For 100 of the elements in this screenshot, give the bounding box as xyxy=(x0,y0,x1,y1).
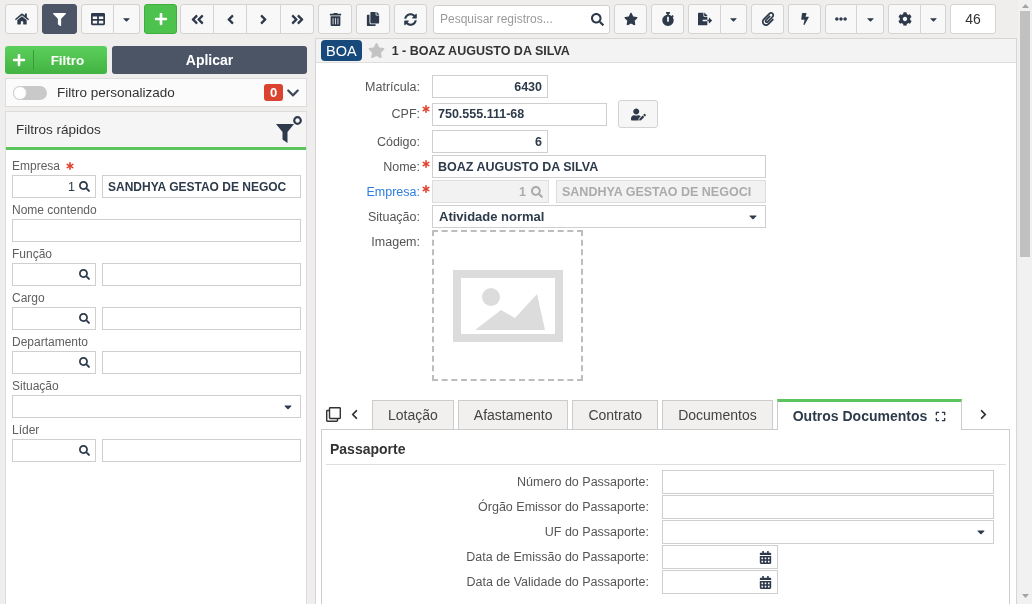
select-field[interactable] xyxy=(662,520,994,544)
settings-icon xyxy=(897,12,912,26)
text-field[interactable] xyxy=(12,219,301,242)
field-label: Matrícula: xyxy=(365,79,420,94)
first-button[interactable] xyxy=(180,4,214,34)
clone-icon[interactable] xyxy=(326,406,341,422)
field-label: Órgão Emissor do Passaporte: xyxy=(478,500,649,514)
plus-icon xyxy=(153,12,168,26)
text-field[interactable]: 750.555.111-68 xyxy=(432,102,607,126)
last-button[interactable] xyxy=(281,4,314,34)
field-label: Nome contendo xyxy=(12,202,97,218)
scrollbar[interactable] xyxy=(1018,0,1032,604)
select-field[interactable] xyxy=(12,395,301,418)
field-label: Imagem: xyxy=(371,234,420,249)
tab[interactable]: Afastamento xyxy=(457,400,569,429)
number-field[interactable]: 6430 xyxy=(432,75,548,98)
search-icon xyxy=(79,313,90,324)
text-field[interactable] xyxy=(662,470,994,494)
favorites-button[interactable] xyxy=(614,4,647,34)
image-placeholder-icon xyxy=(452,269,563,342)
field-label: UF do Passaporte: xyxy=(544,525,649,539)
field-label: Código: xyxy=(376,134,420,149)
description-field[interactable] xyxy=(102,263,301,286)
export-button[interactable] xyxy=(688,4,721,34)
code-field[interactable] xyxy=(12,263,96,286)
field-label: Empresa xyxy=(12,158,61,174)
left-chevron-icon[interactable] xyxy=(349,408,360,420)
copy-button[interactable] xyxy=(356,4,390,34)
record-count: 46 xyxy=(950,4,996,34)
count-badge: 0 xyxy=(264,84,283,101)
grid-view-button[interactable] xyxy=(81,4,114,34)
code-field[interactable] xyxy=(12,351,96,374)
tab[interactable]: Contrato xyxy=(572,400,659,429)
copy-icon xyxy=(366,12,380,26)
filter-button[interactable] xyxy=(42,4,77,34)
tab[interactable]: Documentos xyxy=(662,400,773,429)
tab[interactable]: Outros Documentos xyxy=(776,399,963,430)
field-label: Cargo xyxy=(12,290,45,306)
search-icon xyxy=(79,445,90,456)
delete-button[interactable] xyxy=(318,4,352,34)
field-label: Líder xyxy=(12,422,40,438)
select-field[interactable]: Atividade normal xyxy=(432,205,766,228)
apply-button[interactable]: Aplicar xyxy=(112,46,307,74)
actions-button[interactable] xyxy=(788,4,821,34)
next-button[interactable] xyxy=(247,4,281,34)
paperclip-icon xyxy=(760,12,775,26)
description-field[interactable]: SANDHYA GESTAO DE NEGOC xyxy=(102,175,301,198)
scrollbar-thumb[interactable] xyxy=(1020,11,1030,257)
stopwatch-icon xyxy=(660,12,675,26)
star-icon[interactable] xyxy=(367,42,385,59)
record-title: 1 - BOAZ AUGUSTO DA SILVA xyxy=(391,43,570,58)
search-icon xyxy=(79,181,90,192)
filter-settings-icon[interactable] xyxy=(276,116,302,143)
tab[interactable]: Lotação xyxy=(372,400,454,429)
person-icon xyxy=(630,106,646,122)
calendar-icon xyxy=(759,575,772,589)
expand-icon xyxy=(935,410,947,422)
previous-button[interactable] xyxy=(214,4,247,34)
description-field[interactable] xyxy=(102,307,301,330)
code-field[interactable] xyxy=(12,439,96,462)
calendar-icon xyxy=(759,550,772,564)
description-field[interactable] xyxy=(102,439,301,462)
person-button[interactable] xyxy=(618,100,658,128)
more-button[interactable] xyxy=(825,4,857,34)
settings-button[interactable] xyxy=(888,4,921,34)
field-label: CPF: xyxy=(391,107,420,121)
grid-icon xyxy=(90,12,105,26)
field-label: Número do Passaporte: xyxy=(517,475,649,489)
search-icon xyxy=(531,185,543,198)
plus-icon xyxy=(12,53,26,67)
date-field[interactable] xyxy=(662,545,778,569)
record-badge: BOA xyxy=(321,40,362,61)
trash-icon xyxy=(328,12,342,26)
attachment-button[interactable] xyxy=(751,4,784,34)
filter-icon xyxy=(53,12,66,26)
refresh-icon xyxy=(404,12,417,26)
file-export-icon xyxy=(697,12,712,26)
date-field[interactable] xyxy=(662,570,778,594)
search-icon xyxy=(79,357,90,368)
star-icon xyxy=(623,12,638,26)
field-label: Função xyxy=(12,246,53,262)
code-field[interactable]: 1 xyxy=(12,175,96,198)
description-field[interactable] xyxy=(102,351,301,374)
text-field[interactable] xyxy=(662,495,994,519)
lightning-icon xyxy=(798,13,811,25)
field-label: Nome: xyxy=(383,159,420,174)
number-field[interactable]: 6 xyxy=(432,130,548,153)
code-field[interactable] xyxy=(12,307,96,330)
panel-title: Filtros rápidos xyxy=(16,122,101,137)
field-label: Departamento xyxy=(12,334,89,350)
timer-button[interactable] xyxy=(651,4,684,34)
field-label: Situação xyxy=(12,378,59,394)
text-field[interactable]: BOAZ AUGUSTO DA SILVA xyxy=(432,155,766,178)
toggle-switch[interactable] xyxy=(13,85,47,100)
custom-filter-label: Filtro personalizado xyxy=(57,85,175,100)
home-button[interactable] xyxy=(5,4,38,34)
field-label: Data de Validade do Passaporte: xyxy=(466,575,649,589)
refresh-button[interactable] xyxy=(394,4,427,34)
search-field[interactable]: Pesquisar registros... xyxy=(433,4,610,34)
section-title: Passaporte xyxy=(326,430,1006,465)
